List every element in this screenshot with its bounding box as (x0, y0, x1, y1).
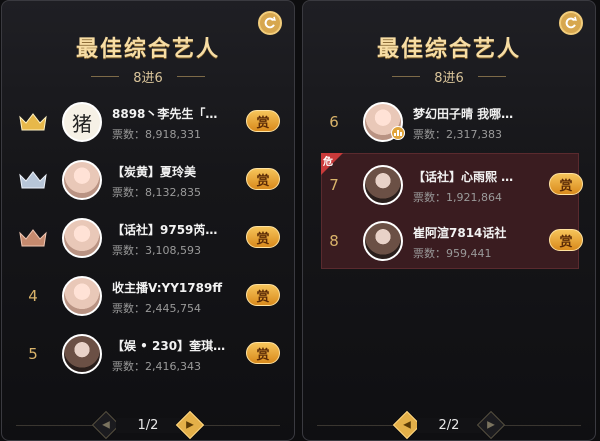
rank-row: 4 收主播V:YY1789ff 票数：2,445,754 赏 (2, 267, 294, 325)
divider (392, 76, 421, 77)
live-icon (391, 126, 405, 140)
pager: ◀ 1/2 ▶ (2, 410, 294, 440)
crown-icon (19, 171, 47, 189)
rank-badge (16, 165, 50, 195)
artist-name[interactable]: 【娱 • 230】奎琪… (112, 337, 240, 354)
rank-number: 8 (329, 232, 339, 250)
rank-row: 【炭黄】夏玲美 票数：8,132,835 赏 (2, 151, 294, 209)
chevron-left-icon: ◀ (102, 419, 110, 431)
rank-badge (16, 107, 50, 137)
pager: ◀ 2/2 ▶ (303, 410, 595, 440)
panel-subtitle: 8进6 (434, 71, 464, 86)
rank-row: 猪 8898丶李先生「… 票数：8,918,331 赏 (2, 93, 294, 151)
panel-subtitle: 8进6 (133, 71, 163, 86)
artist-name[interactable]: 【炭黄】夏玲美 (112, 163, 240, 180)
reward-button[interactable]: 赏 (246, 226, 280, 248)
ranking-panel-page-1: 最佳综合艺人 8进6 猪 8898丶李先生「… 票数：8,918,331 赏 【… (1, 0, 295, 441)
crown-icon (19, 113, 47, 131)
vote-count: 票数：2,416,343 (112, 360, 201, 373)
artist-name[interactable]: 收主播V:YY1789ff (112, 279, 240, 296)
vote-count: 票数：2,445,754 (112, 302, 201, 315)
vote-count: 票数：3,108,593 (112, 244, 201, 257)
chevron-left-icon: ◀ (403, 419, 411, 431)
avatar[interactable] (363, 221, 403, 261)
elimination-zone: 危 7 【话社】心雨熙 … 票数：1,921,864 赏 8 崔阿渲7814话社… (321, 153, 583, 269)
avatar[interactable] (62, 160, 102, 200)
rank-number: 5 (28, 345, 38, 363)
page-indicator: 1/2 (116, 417, 180, 433)
panel-title: 最佳综合艺人 (75, 37, 220, 62)
next-page-button[interactable]: ▶ (175, 410, 205, 440)
panel-title: 最佳综合艺人 (376, 37, 521, 62)
reward-button[interactable]: 赏 (246, 168, 280, 190)
rank-row: 8 崔阿渲7814话社 票数：959,441 赏 (303, 212, 595, 270)
avatar[interactable] (62, 334, 102, 374)
artist-name[interactable]: 崔阿渲7814话社 (413, 224, 541, 241)
rank-list: 猪 8898丶李先生「… 票数：8,918,331 赏 【炭黄】夏玲美 票数：8… (2, 93, 294, 383)
ranking-panel-page-2: 最佳综合艺人 8进6 6 梦幻田子晴 我哪… 票数：2,317,383 危 7 … (302, 0, 596, 441)
avatar[interactable] (62, 218, 102, 258)
rank-list: 6 梦幻田子晴 我哪… 票数：2,317,383 (303, 93, 595, 151)
reward-button[interactable]: 赏 (549, 173, 583, 195)
subtitle-row: 8进6 (303, 67, 595, 86)
artist-name[interactable]: 梦幻田子晴 我哪… (413, 105, 541, 122)
divider (477, 76, 506, 77)
vote-count: 票数：2,317,383 (413, 128, 502, 141)
rank-row: 7 【话社】心雨熙 … 票数：1,921,864 赏 (303, 156, 595, 214)
chevron-right-icon: ▶ (186, 419, 194, 431)
rank-row: 【话社】9759芮… 票数：3,108,593 赏 (2, 209, 294, 267)
rank-number: 6 (329, 113, 339, 131)
vote-count: 票数：1,921,864 (413, 191, 502, 204)
next-page-button[interactable]: ▶ (476, 410, 506, 440)
reward-button[interactable]: 赏 (246, 284, 280, 306)
page-indicator: 2/2 (417, 417, 481, 433)
refresh-icon (264, 16, 276, 29)
rank-number: 7 (329, 176, 339, 194)
artist-name[interactable]: 8898丶李先生「… (112, 105, 240, 122)
avatar[interactable] (363, 165, 403, 205)
vote-count: 票数：959,441 (413, 247, 492, 260)
rank-number: 4 (28, 287, 38, 305)
vote-count: 票数：8,918,331 (112, 128, 201, 141)
rank-badge (16, 223, 50, 253)
crown-icon (19, 229, 47, 247)
artist-name[interactable]: 【话社】9759芮… (112, 221, 240, 238)
avatar[interactable] (62, 276, 102, 316)
avatar[interactable]: 猪 (62, 102, 102, 142)
vote-count: 票数：8,132,835 (112, 186, 201, 199)
refresh-icon (565, 16, 577, 29)
subtitle-row: 8进6 (2, 67, 294, 86)
chevron-right-icon: ▶ (487, 419, 495, 431)
reward-button[interactable]: 赏 (246, 110, 280, 132)
reward-button[interactable]: 赏 (549, 229, 583, 251)
divider (91, 76, 120, 77)
reward-button[interactable]: 赏 (246, 342, 280, 364)
rank-row: 5 【娱 • 230】奎琪… 票数：2,416,343 赏 (2, 325, 294, 383)
divider (176, 76, 205, 77)
artist-name[interactable]: 【话社】心雨熙 … (413, 168, 541, 185)
rank-row: 6 梦幻田子晴 我哪… 票数：2,317,383 (303, 93, 595, 151)
